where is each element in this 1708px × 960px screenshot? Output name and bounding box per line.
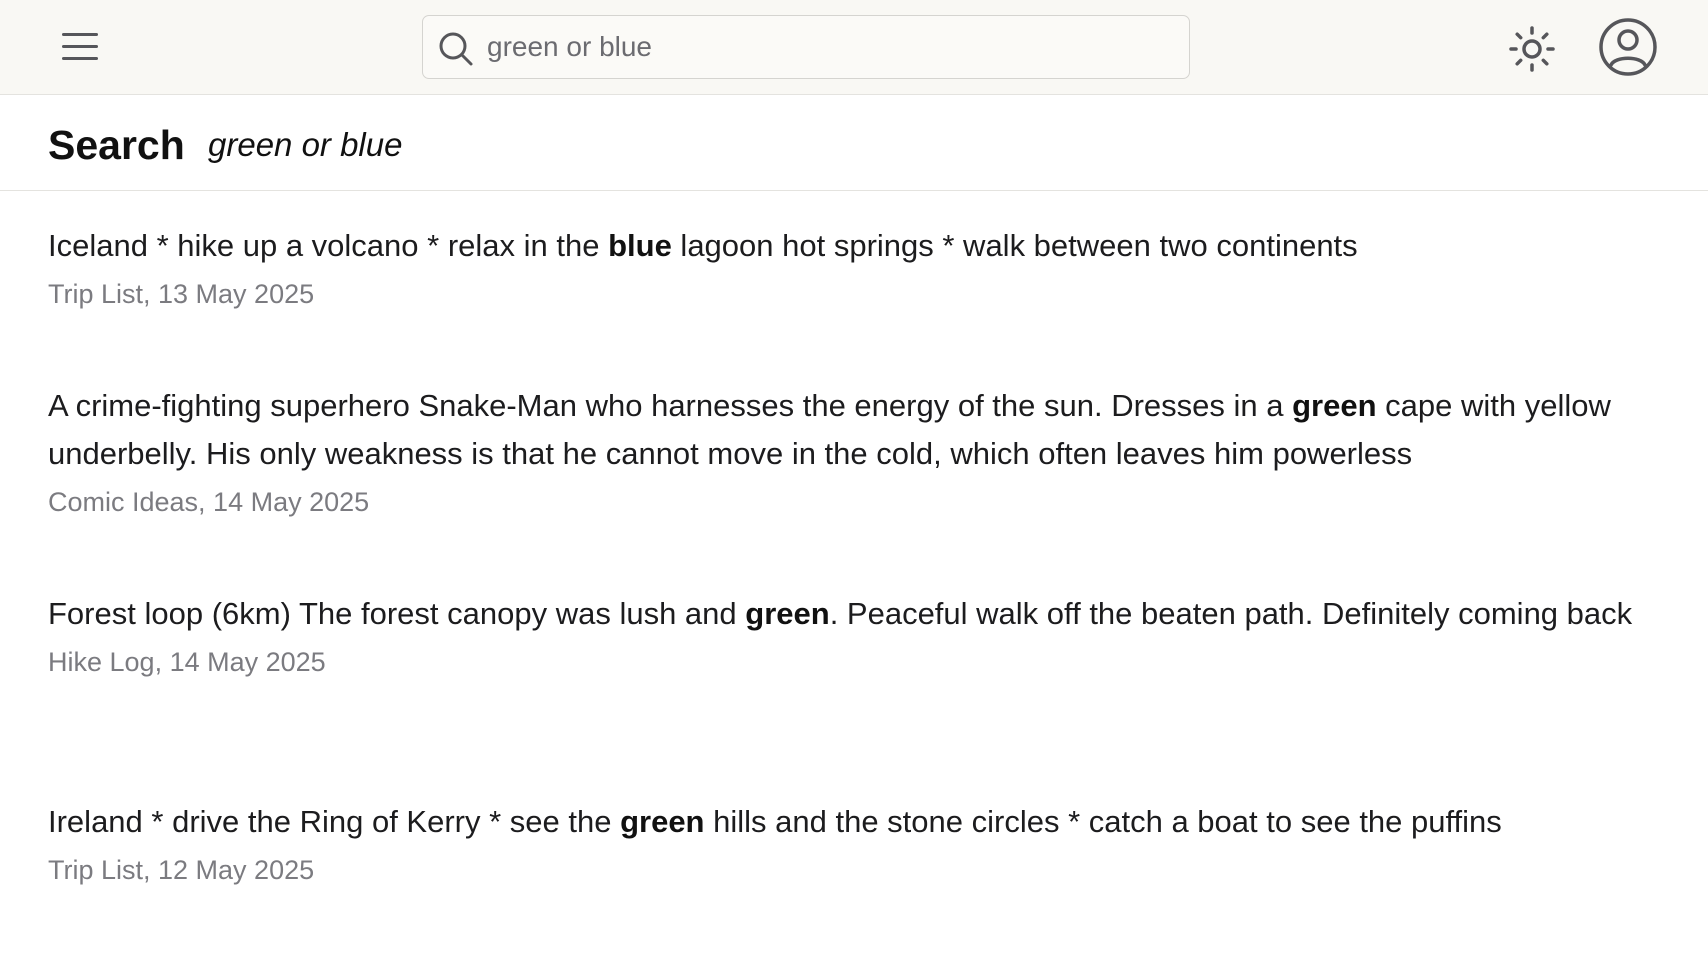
search-result-item[interactable]: Forest loop (6km) The forest canopy was … — [48, 590, 1668, 682]
search-query-label: green or blue — [208, 126, 403, 163]
user-account-icon[interactable] — [1598, 17, 1658, 77]
result-text: Forest loop (6km) The forest canopy was … — [48, 596, 1633, 631]
result-text: Iceland * hike up a volcano * relax in t… — [48, 228, 1358, 263]
search-result-item[interactable]: A crime-fighting superhero Snake-Man who… — [48, 382, 1668, 522]
search-input[interactable] — [487, 24, 1177, 70]
top-bar — [0, 0, 1708, 95]
result-meta: Comic Ideas, 14 May 2025 — [48, 487, 370, 517]
result-match-highlight: blue — [608, 228, 672, 263]
search-result-item[interactable]: Ireland * drive the Ring of Kerry * see … — [48, 798, 1668, 890]
result-match-highlight: green — [1292, 388, 1377, 423]
search-result-item[interactable]: Iceland * hike up a volcano * relax in t… — [48, 222, 1668, 314]
sun-icon[interactable] — [1508, 25, 1556, 73]
search-box[interactable] — [422, 15, 1190, 79]
result-text: Ireland * drive the Ring of Kerry * see … — [48, 804, 1502, 839]
result-meta: Hike Log, 14 May 2025 — [48, 647, 326, 677]
result-meta: Trip List, 12 May 2025 — [48, 855, 315, 885]
result-text: A crime-fighting superhero Snake-Man who… — [48, 388, 1611, 471]
hamburger-menu-icon[interactable] — [58, 28, 102, 68]
page-header: Search green or blue — [0, 96, 1708, 191]
result-meta: Trip List, 13 May 2025 — [48, 279, 315, 309]
result-match-highlight: green — [745, 596, 830, 631]
result-match-highlight: green — [620, 804, 705, 839]
page-title: Search — [48, 122, 185, 168]
search-icon — [439, 32, 473, 66]
